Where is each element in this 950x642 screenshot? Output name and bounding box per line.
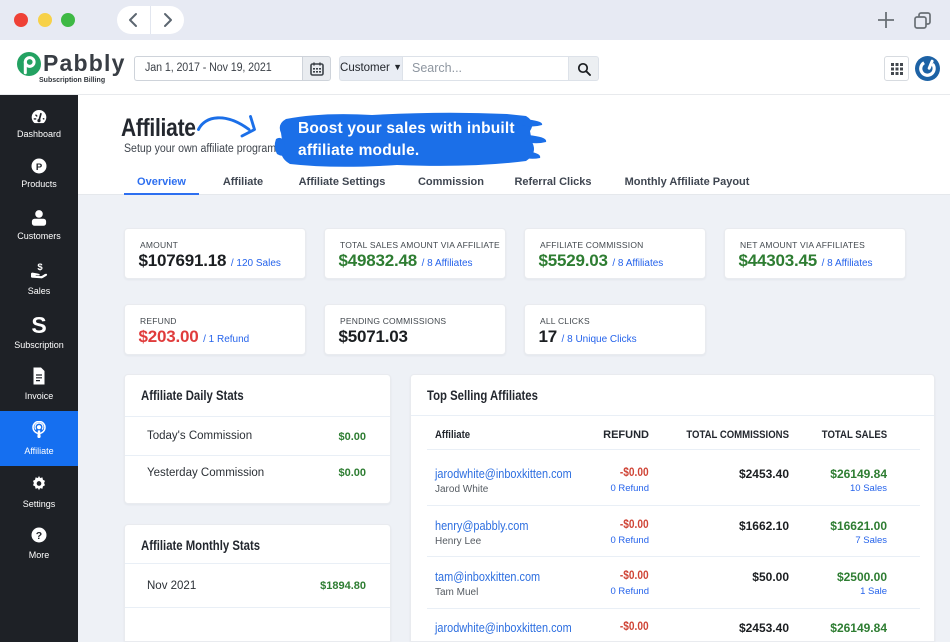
svg-text:?: ? [36,530,42,542]
svg-text:S: S [31,312,46,336]
svg-text:$: $ [37,262,43,273]
svg-text:P: P [36,162,43,173]
